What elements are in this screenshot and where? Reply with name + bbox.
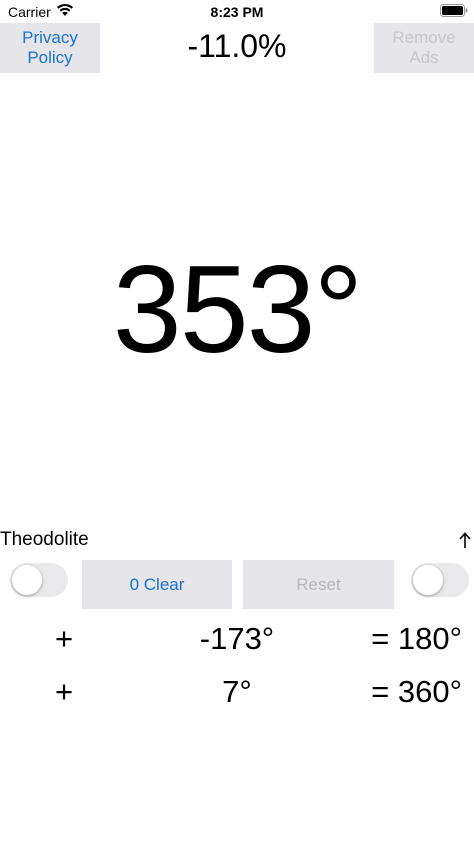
row-value: 7° — [222, 674, 252, 709]
right-toggle-switch[interactable] — [411, 563, 469, 597]
theodolite-label: Theodolite — [0, 529, 89, 550]
remove-ads-button[interactable]: Remove Ads — [374, 23, 474, 73]
switch-knob — [413, 565, 443, 595]
heading-value: 353° — [112, 241, 363, 379]
clear-button[interactable]: 0 Clear — [82, 560, 232, 609]
reset-button[interactable]: Reset — [243, 560, 394, 609]
row-result: = 360° — [371, 674, 462, 709]
arrow-up-icon[interactable] — [456, 528, 474, 552]
switch-knob — [12, 565, 42, 595]
row-operator: + — [54, 621, 74, 656]
left-toggle-switch[interactable] — [10, 563, 68, 597]
status-time: 8:23 PM — [210, 4, 264, 20]
privacy-policy-button[interactable]: Privacy Policy — [0, 23, 100, 73]
row-operator: + — [54, 674, 74, 709]
row-result: = 180° — [371, 621, 462, 656]
row-value: -173° — [199, 621, 275, 656]
battery-icon — [440, 4, 468, 17]
percent-readout: -11.0% — [187, 28, 287, 64]
